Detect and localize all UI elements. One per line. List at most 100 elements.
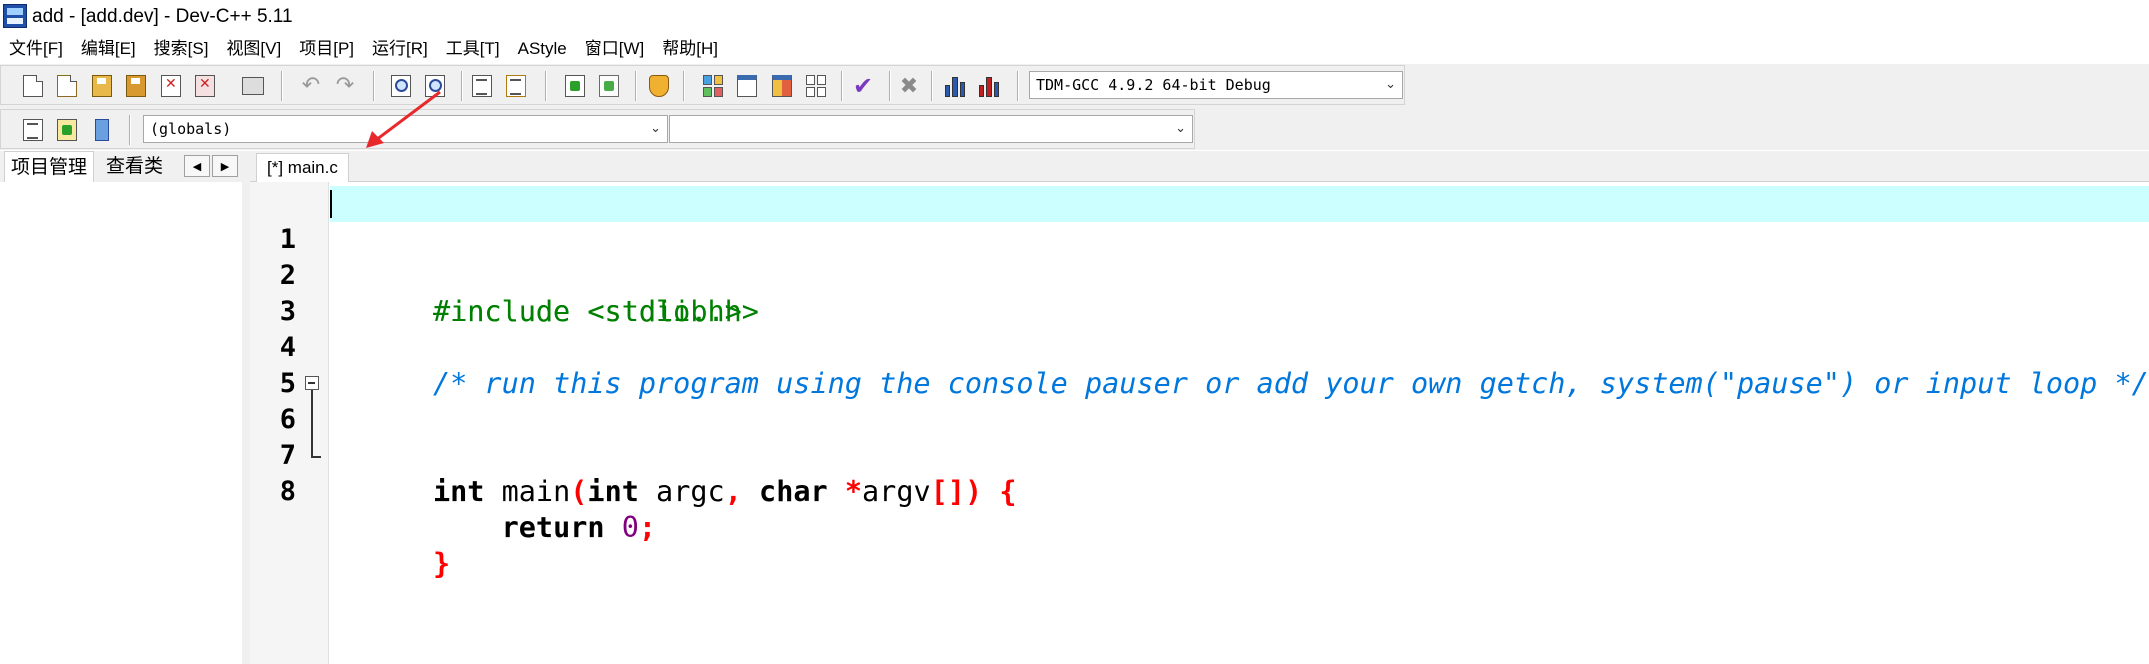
- toolbar-separator: [1017, 71, 1019, 101]
- close-all-button[interactable]: [191, 72, 219, 100]
- keyword: int: [432, 475, 485, 508]
- tab-class-browser[interactable]: 查看类: [100, 151, 169, 182]
- close-file-icon: [161, 75, 181, 97]
- symbol: *: [844, 475, 863, 508]
- menu-tools[interactable]: 工具[T]: [437, 34, 509, 64]
- open-file-button[interactable]: [53, 72, 81, 100]
- toolbar-separator: [545, 71, 547, 101]
- project-tree-panel[interactable]: [0, 182, 243, 664]
- menu-astyle[interactable]: AStyle: [509, 34, 576, 64]
- toggle-bookmark-icon: [57, 119, 77, 141]
- identifier: argc: [638, 475, 725, 508]
- redo-button[interactable]: ↷: [331, 72, 359, 100]
- save-button[interactable]: [88, 72, 116, 100]
- panel-splitter[interactable]: [242, 151, 250, 664]
- code-line[interactable]: 8 }: [280, 438, 2149, 580]
- title-bar: add - [add.dev] - Dev-C++ 5.11: [0, 0, 2149, 34]
- member-select[interactable]: ⌄: [669, 115, 1193, 143]
- symbol: ;: [638, 511, 657, 544]
- add-to-project-icon: [565, 75, 585, 97]
- menu-window[interactable]: 窗口[W]: [576, 34, 654, 64]
- tab-project-manager[interactable]: 项目管理: [4, 151, 95, 182]
- secondary-toolbar: (globals) ⌄ ⌄: [0, 109, 1195, 149]
- class-scope-select[interactable]: (globals) ⌄: [143, 115, 668, 143]
- line-number: 2: [279, 260, 296, 291]
- menu-help[interactable]: 帮助[H]: [653, 34, 727, 64]
- goto-line-button[interactable]: [468, 72, 496, 100]
- menu-search[interactable]: 搜索[S]: [145, 34, 218, 64]
- compile-icon: [703, 75, 723, 97]
- code-editor[interactable]: 1 #include <stdio.h> 2 #include <stdlib.…: [250, 182, 2149, 664]
- code-line[interactable]: 7 return 0;: [280, 390, 2149, 544]
- identifier: main: [484, 475, 571, 508]
- toolbar-separator: [461, 71, 463, 101]
- chevron-down-icon: ⌄: [650, 121, 661, 136]
- tab-scroll-right-button[interactable]: ▶: [212, 155, 238, 177]
- line-number: 1: [279, 224, 296, 255]
- menu-execute[interactable]: 运行[R]: [363, 34, 437, 64]
- rebuild-all-icon: [806, 75, 826, 97]
- run-button[interactable]: [733, 72, 761, 100]
- goto-bookmark-button[interactable]: [88, 116, 116, 144]
- close-button[interactable]: [157, 72, 185, 100]
- project-options-icon: [649, 75, 669, 97]
- compile-button[interactable]: [699, 72, 727, 100]
- tab-scroll-left-button[interactable]: ◀: [184, 155, 210, 177]
- delete-profile-button[interactable]: [975, 72, 1003, 100]
- bookmark-button[interactable]: [502, 72, 530, 100]
- class-scope-value: (globals): [150, 120, 232, 138]
- undo-button[interactable]: ↶: [297, 72, 325, 100]
- new-file-icon: [23, 75, 43, 97]
- menu-edit[interactable]: 编辑[E]: [72, 34, 145, 64]
- code-area[interactable]: 1 #include <stdio.h> 2 #include <stdlib.…: [280, 186, 2149, 580]
- devcpp-app-icon: [3, 4, 27, 28]
- project-options-button[interactable]: [645, 72, 673, 100]
- fold-collapse-icon[interactable]: [305, 376, 319, 390]
- code-line[interactable]: 6 int main(int argc, char *argv[]) {: [280, 366, 2149, 508]
- window-title: add - [add.dev] - Dev-C++ 5.11: [32, 6, 293, 27]
- menu-bar: 文件[F] 编辑[E] 搜索[S] 视图[V] 项目[P] 运行[R] 工具[T…: [0, 34, 2149, 64]
- fold-guide-line: [311, 390, 313, 438]
- number-literal: 0: [621, 511, 639, 544]
- save-all-button[interactable]: [122, 72, 150, 100]
- add-to-project-button[interactable]: [561, 72, 589, 100]
- find-icon: [391, 75, 411, 97]
- remove-from-project-icon: [599, 75, 619, 97]
- toggle-bookmark-button[interactable]: [53, 116, 81, 144]
- symbol: {: [999, 475, 1017, 508]
- check-icon: ✔: [852, 72, 874, 100]
- remove-from-project-button[interactable]: [595, 72, 623, 100]
- tab-main-c[interactable]: [*] main.c: [256, 153, 349, 182]
- stop-execution-button[interactable]: ✖: [895, 72, 923, 100]
- toolbar-separator: [635, 71, 637, 101]
- new-file-button[interactable]: [19, 72, 47, 100]
- profile-analysis-button[interactable]: [941, 72, 969, 100]
- menu-view[interactable]: 视图[V]: [217, 34, 290, 64]
- code-line[interactable]: 5: [280, 330, 2149, 399]
- code-line[interactable]: 4 /* run this program using the console …: [280, 294, 2149, 400]
- find-button[interactable]: [387, 72, 415, 100]
- code-line[interactable]: 2 #include <stdlib.h>: [280, 222, 2149, 328]
- menu-project[interactable]: 项目[P]: [290, 34, 363, 64]
- line-number: 3: [279, 296, 296, 327]
- toolbar-separator: [129, 115, 131, 145]
- print-button[interactable]: [239, 72, 267, 100]
- keyword: int: [587, 475, 639, 508]
- symbol: []): [930, 475, 983, 508]
- rebuild-all-button[interactable]: [802, 72, 830, 100]
- code-line[interactable]: 3: [280, 258, 2149, 327]
- compile-run-button[interactable]: [768, 72, 796, 100]
- replace-button[interactable]: [421, 72, 449, 100]
- code-line[interactable]: 1 #include <stdio.h>: [280, 186, 2149, 328]
- chevron-down-icon: ⌄: [1385, 77, 1396, 92]
- toolbar-separator: [683, 71, 685, 101]
- toolbar-separator: [931, 71, 933, 101]
- line-number: 4: [279, 332, 296, 363]
- syntax-check-button[interactable]: ✔: [849, 72, 877, 100]
- compiler-select[interactable]: TDM-GCC 4.9.2 64-bit Debug ⌄: [1029, 71, 1403, 99]
- insert-button[interactable]: [19, 116, 47, 144]
- menu-file[interactable]: 文件[F]: [0, 34, 72, 64]
